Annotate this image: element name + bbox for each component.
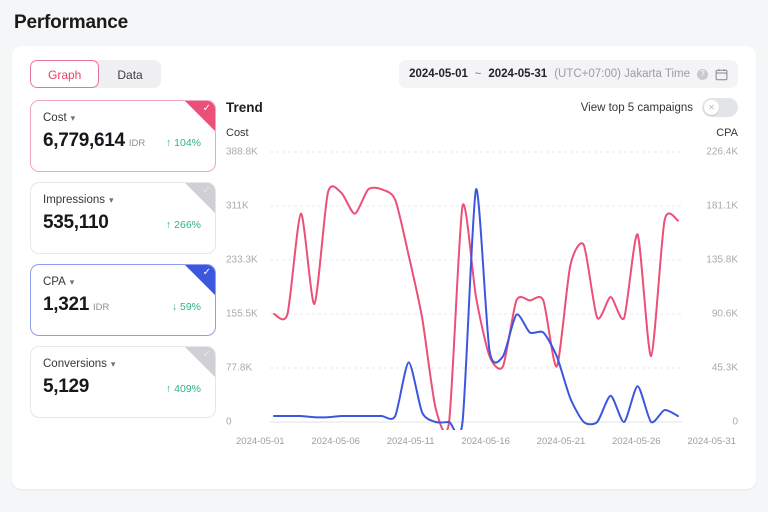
metric-delta: ↑ 266% bbox=[166, 219, 203, 231]
calendar-icon[interactable] bbox=[715, 68, 728, 81]
chart-plot-area: 388.8K 311K 233.3K 155.5K 77.8K 0 226.4K 181.1… bbox=[226, 142, 738, 430]
chevron-down-icon[interactable]: ▾ bbox=[109, 195, 114, 206]
toggle-label: View top 5 campaigns bbox=[581, 102, 693, 114]
metric-value: 1,321 bbox=[43, 294, 89, 316]
x-axis-tick: 2024-05-26 bbox=[612, 436, 661, 447]
card-corner-selected: ✓ bbox=[185, 265, 215, 295]
metric-card-label: CPA ▾ bbox=[43, 276, 203, 288]
chevron-down-icon[interactable]: ▾ bbox=[70, 277, 75, 288]
metric-card-row: 6,779,614 IDR ↑ 104% bbox=[43, 130, 203, 152]
metric-unit: IDR bbox=[129, 138, 145, 149]
card-corner-unselected: ✓ bbox=[185, 183, 215, 213]
metric-label-text: Conversions bbox=[43, 358, 107, 370]
chart-header: Trend View top 5 campaigns ✕ bbox=[226, 98, 738, 117]
metric-card-row: 5,129 ↑ 409% bbox=[43, 376, 203, 398]
axis-name-row: Cost CPA bbox=[226, 127, 738, 139]
page-title: Performance bbox=[14, 12, 756, 34]
metric-value: 5,129 bbox=[43, 376, 89, 398]
right-axis-name: CPA bbox=[716, 127, 738, 139]
date-range-end: 2024-05-31 bbox=[488, 68, 547, 80]
right-axis-tick: 181.1K bbox=[706, 201, 738, 212]
date-range-separator: ~ bbox=[475, 68, 481, 80]
performance-page: Performance Graph Data 2024-05-01 ~ 2024… bbox=[0, 0, 768, 512]
metric-delta: ↑ 104% bbox=[166, 137, 203, 149]
metric-card-cpa[interactable]: ✓ CPA ▾ 1,321 IDR ↓ 59% bbox=[30, 264, 216, 336]
delta-value: 104% bbox=[174, 137, 201, 149]
top-campaigns-toggle-group: View top 5 campaigns ✕ bbox=[581, 98, 738, 117]
left-axis-tick: 233.3K bbox=[226, 254, 258, 265]
close-x-icon: ✕ bbox=[704, 100, 719, 115]
left-axis-tick: 311K bbox=[226, 201, 249, 212]
metric-cards: ✓ Cost ▾ 6,779,614 IDR ↑ 104% bbox=[30, 98, 216, 430]
delta-value: 409% bbox=[174, 383, 201, 395]
right-axis-tick: 0 bbox=[732, 417, 738, 428]
metric-card-impressions[interactable]: ✓ Impressions ▾ 535,110 ↑ 266% bbox=[30, 182, 216, 254]
check-icon: ✓ bbox=[203, 350, 211, 360]
panel-toolbar: Graph Data 2024-05-01 ~ 2024-05-31 (UTC+… bbox=[12, 46, 756, 88]
left-axis-name: Cost bbox=[226, 127, 249, 139]
x-axis-tick: 2024-05-01 bbox=[236, 436, 285, 447]
left-axis-tick: 155.5K bbox=[226, 309, 258, 320]
metric-card-row: 535,110 ↑ 266% bbox=[43, 212, 203, 234]
x-axis-tick: 2024-05-16 bbox=[461, 436, 510, 447]
series-line-cost bbox=[274, 186, 678, 430]
x-axis-tick: 2024-05-31 bbox=[687, 436, 736, 447]
tab-data[interactable]: Data bbox=[99, 60, 160, 88]
metric-label-text: Impressions bbox=[43, 194, 105, 206]
left-axis-tick: 77.8K bbox=[226, 362, 252, 373]
delta-value: 266% bbox=[174, 219, 201, 231]
left-axis-tick: 388.8K bbox=[226, 147, 258, 158]
check-icon: ✓ bbox=[203, 186, 211, 196]
left-axis-tick: 0 bbox=[226, 417, 232, 428]
check-icon: ✓ bbox=[203, 268, 211, 278]
date-range-timezone: (UTC+07:00) Jakarta Time bbox=[554, 68, 690, 80]
metric-card-label: Impressions ▾ bbox=[43, 194, 203, 206]
card-corner-unselected: ✓ bbox=[185, 347, 215, 377]
card-corner-selected: ✓ bbox=[185, 101, 215, 131]
x-axis-tick: 2024-05-11 bbox=[387, 436, 435, 447]
metric-card-label: Cost ▾ bbox=[43, 112, 203, 124]
chevron-down-icon[interactable]: ▾ bbox=[71, 113, 76, 124]
x-axis-tick: 2024-05-21 bbox=[537, 436, 586, 447]
delta-arrow-icon: ↓ bbox=[172, 301, 177, 313]
tab-graph[interactable]: Graph bbox=[30, 60, 99, 88]
trend-chart-section: Trend View top 5 campaigns ✕ Cost CPA 38… bbox=[226, 98, 738, 430]
metric-card-label: Conversions ▾ bbox=[43, 358, 203, 370]
question-circle-icon[interactable]: ? bbox=[697, 69, 708, 80]
performance-panel: Graph Data 2024-05-01 ~ 2024-05-31 (UTC+… bbox=[12, 46, 756, 489]
metric-label-text: CPA bbox=[43, 276, 66, 288]
chart-title: Trend bbox=[226, 100, 263, 115]
metric-card-conversions[interactable]: ✓ Conversions ▾ 5,129 ↑ 409% bbox=[30, 346, 216, 418]
metric-value: 6,779,614 bbox=[43, 130, 125, 152]
metric-card-cost[interactable]: ✓ Cost ▾ 6,779,614 IDR ↑ 104% bbox=[30, 100, 216, 172]
chevron-down-icon[interactable]: ▾ bbox=[111, 359, 116, 370]
x-axis-tick: 2024-05-06 bbox=[311, 436, 360, 447]
metric-delta: ↑ 409% bbox=[166, 383, 203, 395]
right-axis-tick: 45.3K bbox=[712, 362, 738, 373]
delta-arrow-icon: ↑ bbox=[166, 137, 171, 149]
date-range-start: 2024-05-01 bbox=[409, 68, 468, 80]
right-axis-tick: 90.6K bbox=[712, 308, 738, 319]
delta-value: 59% bbox=[180, 301, 201, 313]
panel-content: ✓ Cost ▾ 6,779,614 IDR ↑ 104% bbox=[12, 88, 756, 430]
metric-delta: ↓ 59% bbox=[172, 301, 203, 313]
view-tabs: Graph Data bbox=[30, 60, 161, 88]
metric-value: 535,110 bbox=[43, 212, 109, 234]
metric-card-row: 1,321 IDR ↓ 59% bbox=[43, 294, 203, 316]
metric-unit: IDR bbox=[93, 302, 109, 313]
right-axis-tick: 135.8K bbox=[706, 255, 738, 266]
metric-label-text: Cost bbox=[43, 112, 67, 124]
delta-arrow-icon: ↑ bbox=[166, 383, 171, 395]
view-top-campaigns-switch[interactable]: ✕ bbox=[702, 98, 738, 117]
date-range-picker[interactable]: 2024-05-01 ~ 2024-05-31 (UTC+07:00) Jaka… bbox=[399, 60, 738, 88]
delta-arrow-icon: ↑ bbox=[166, 219, 171, 231]
trend-line-chart bbox=[226, 142, 726, 430]
check-icon: ✓ bbox=[203, 104, 211, 114]
x-axis-ticks: 2024-05-01 2024-05-06 2024-05-11 2024-05-16… bbox=[226, 436, 738, 447]
right-axis-tick: 226.4K bbox=[706, 147, 738, 158]
